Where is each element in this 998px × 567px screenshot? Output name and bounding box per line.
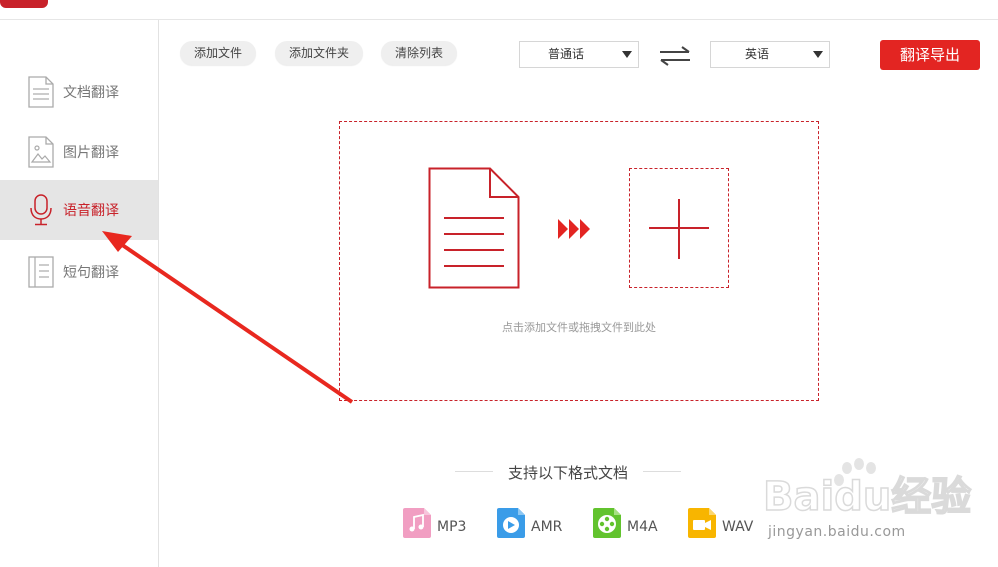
sidebar-item-label: 图片翻译 xyxy=(63,145,119,161)
format-name: MP3 xyxy=(437,519,467,535)
clear-list-button[interactable]: 清除列表 xyxy=(381,41,458,65)
format-name: WAV xyxy=(722,519,754,535)
target-language-select[interactable]: 英语 xyxy=(710,41,830,68)
sidebar-item-label: 短句翻译 xyxy=(63,265,119,281)
plus-icon-vertical xyxy=(678,199,680,259)
chevron-down-icon xyxy=(813,51,823,58)
format-name: M4A xyxy=(627,519,658,535)
music-note-icon xyxy=(403,508,431,538)
format-name: AMR xyxy=(531,519,563,535)
sidebar: 文档翻译 图片翻译 语音翻译 短句翻译 xyxy=(0,20,159,567)
swap-icon[interactable] xyxy=(658,45,692,67)
sentence-icon xyxy=(28,256,54,288)
divider xyxy=(643,471,681,472)
sidebar-item-label: 语音翻译 xyxy=(63,203,119,219)
fast-forward-icon xyxy=(558,219,590,239)
add-file-button[interactable]: 添加文件 xyxy=(180,41,257,65)
source-language-value: 普通话 xyxy=(547,47,584,61)
sidebar-item-image[interactable]: 图片翻译 xyxy=(0,122,158,182)
drop-zone-hint: 点击添加文件或拖拽文件到此处 xyxy=(502,321,656,334)
formats-title-text: 支持以下格式文档 xyxy=(507,464,628,482)
sidebar-item-label: 文档翻译 xyxy=(63,85,119,101)
watermark-url: jingyan.baidu.com xyxy=(768,524,906,540)
sidebar-item-voice[interactable]: 语音翻译 xyxy=(0,180,158,240)
formats-heading: 支持以下格式文档 xyxy=(455,462,681,482)
target-language-value: 英语 xyxy=(744,47,769,61)
document-icon xyxy=(28,76,54,108)
image-icon xyxy=(28,136,54,168)
video-camera-icon xyxy=(688,508,716,538)
microphone-icon xyxy=(30,194,52,226)
source-language-select[interactable]: 普通话 xyxy=(519,41,639,68)
svg-text:Baidu经验: Baidu经验 xyxy=(763,474,971,520)
sidebar-item-sentence[interactable]: 短句翻译 xyxy=(0,242,158,302)
title-bar xyxy=(0,0,998,20)
file-drop-zone[interactable] xyxy=(339,121,819,401)
translate-export-button[interactable]: 翻译导出 xyxy=(880,40,980,70)
add-folder-button[interactable]: 添加文件夹 xyxy=(275,41,364,65)
app-logo xyxy=(0,0,48,8)
play-icon xyxy=(497,508,525,538)
add-file-area[interactable] xyxy=(629,168,729,288)
chevron-down-icon xyxy=(622,51,632,58)
film-reel-icon xyxy=(593,508,621,538)
file-document-icon xyxy=(428,167,520,289)
sidebar-item-document[interactable]: 文档翻译 xyxy=(0,62,158,122)
